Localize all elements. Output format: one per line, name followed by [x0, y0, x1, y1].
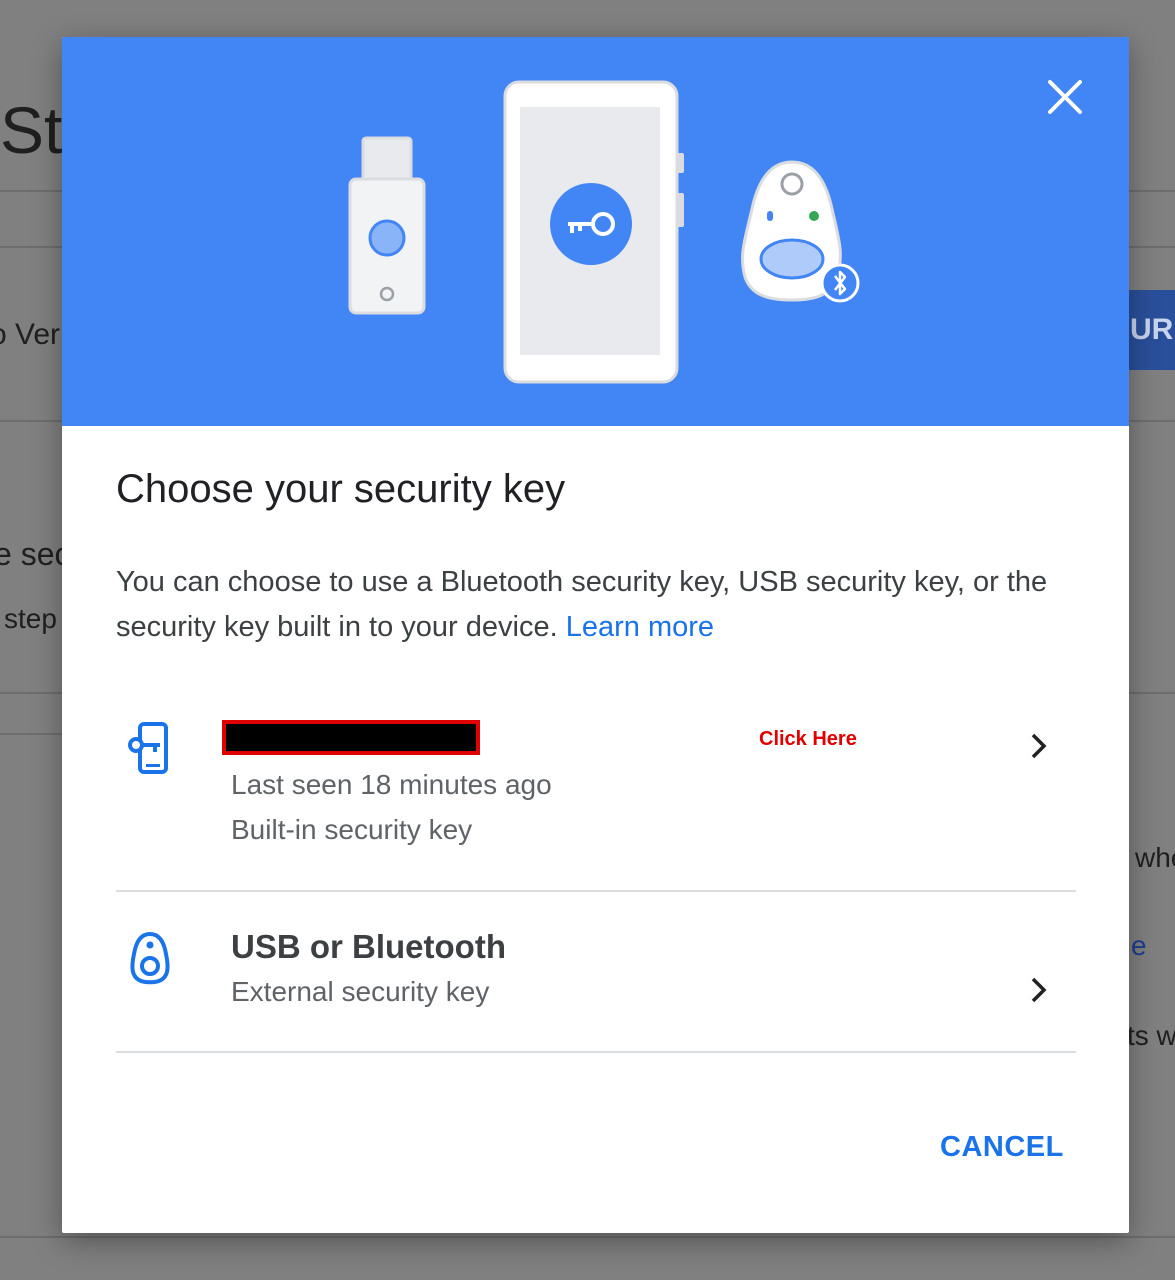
background-divider	[1129, 190, 1175, 192]
dialog-title: Choose your security key	[116, 467, 566, 511]
bluetooth-fob-icon	[741, 160, 860, 303]
device-name-redacted: OnePlus 7 Pro	[222, 720, 480, 755]
background-turn-on-button: URI	[1128, 290, 1175, 370]
chevron-right-icon	[1031, 977, 1047, 1003]
click-here-annotation: Click Here	[759, 728, 857, 750]
background-divider	[0, 190, 62, 192]
chevron-right-icon	[1031, 733, 1047, 759]
security-key-fob-icon	[130, 931, 170, 985]
option-built-in-key[interactable]: OnePlus 7 Pro Click Here Last seen 18 mi…	[116, 697, 1076, 892]
background-divider	[1129, 420, 1175, 422]
close-button[interactable]	[1040, 72, 1090, 122]
last-seen-text: Last seen 18 minutes ago	[231, 769, 552, 800]
usb-key-icon	[348, 136, 426, 315]
cancel-button[interactable]: CANCEL	[934, 1127, 1070, 1168]
background-row-text: o Ver	[0, 318, 61, 351]
close-icon	[1048, 80, 1082, 114]
option-subtitle: External security key	[231, 976, 490, 1007]
background-divider	[0, 246, 62, 248]
background-row-text: e sec	[0, 536, 71, 572]
key-type-text: Built-in security key	[231, 814, 473, 845]
option-usb-or-bluetooth[interactable]: USB or Bluetooth External security key	[116, 892, 1076, 1053]
background-divider	[0, 692, 62, 694]
security-key-dialog: Choose your security key You can choose …	[62, 37, 1129, 1233]
background-row-text: ts w	[1127, 1020, 1175, 1051]
option-title: USB or Bluetooth	[231, 928, 506, 965]
background-link-text: e	[1131, 930, 1147, 961]
background-divider	[0, 733, 62, 735]
learn-more-link[interactable]: Learn more	[566, 611, 714, 643]
background-divider	[0, 1236, 1175, 1238]
hero-illustration	[62, 37, 1129, 426]
phone-illustration	[503, 80, 684, 384]
background-row-text: step	[4, 603, 57, 634]
dialog-description: You can choose to use a Bluetooth securi…	[116, 560, 1076, 650]
background-row-text: whe	[1135, 842, 1175, 873]
background-heading: -St	[0, 93, 63, 167]
background-divider	[1129, 246, 1175, 248]
background-divider	[1129, 692, 1175, 694]
phone-key-icon	[128, 722, 168, 774]
background-divider	[0, 420, 62, 422]
